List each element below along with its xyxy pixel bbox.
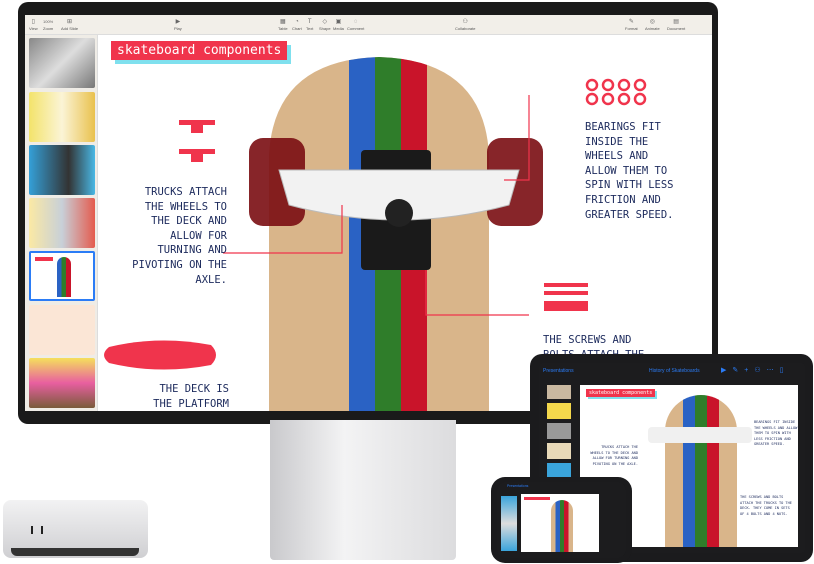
slide-thumbnail[interactable] [29,305,95,355]
bearings-caption: BEARINGS FIT INSIDE THE WHEELS AND ALLOW… [585,121,674,221]
mac-mini [3,500,148,558]
collaborate-button[interactable]: ⚇ Collaborate [455,18,475,31]
animate-button[interactable]: ◎ Animate [645,18,660,31]
brush-icon[interactable]: ✎ [732,367,744,374]
keynote-iphone-window: Presentations [497,482,626,558]
deck-caption: THE DECK IS THE PLATFORM [153,383,229,410]
plus-icon[interactable]: + [744,367,754,374]
slide-thumbnail[interactable] [29,198,95,248]
iphone: Presentations [491,477,632,563]
text-icon: T [307,19,312,25]
slide-thumbnail[interactable] [547,443,571,459]
table-icon: ▦ [279,19,286,25]
text-button[interactable]: T Text [306,18,313,31]
truck-hanger [648,427,752,443]
slide-thumbnail[interactable] [547,423,571,439]
slide-thumbnail[interactable] [547,403,571,419]
deck [551,500,573,552]
trucks-caption: TRUCKS ATTACH THE WHEELS TO THE DECK AND… [132,186,227,286]
more-icon[interactable]: ⋯ [767,367,780,374]
play-icon: ▶ [175,19,181,25]
kingpin [385,199,413,227]
trucks-icon [179,120,215,162]
slide-title: skateboard components [586,389,656,397]
document-button[interactable]: ▤ Document [667,18,685,31]
screws-caption: THE SCREWS AND BOLTS ATTACH THE TRUCKS T… [740,495,792,516]
slide-title: skateboard components [111,41,288,60]
add-slide-button[interactable]: ⊞ Add Slide [61,18,78,31]
back-button[interactable]: Presentations [543,368,574,374]
chart-button[interactable]: ◔ Chart [292,18,302,31]
play-icon[interactable]: ▶ [721,367,732,374]
screws-icon [544,283,588,311]
slide-thumbnail[interactable] [29,92,95,142]
zoom-button[interactable]: 100% Zoom [43,18,53,31]
collaborate-icon: ⚇ [462,19,468,25]
media-button[interactable]: ▣ Media [333,18,344,31]
display-stand [270,420,456,560]
play-button[interactable]: ▶ Play [174,18,182,31]
view-button[interactable]: ▯ View [29,18,38,31]
chart-icon: ◔ [295,19,299,25]
comment-button[interactable]: ◌ Comment [347,18,364,31]
slide-navigator [25,35,98,411]
slide-canvas [521,494,599,552]
deck-icon [104,340,216,370]
ipad-toolbar: ▶✎+⚇⋯▯ [721,366,790,374]
bearings-caption: BEARINGS FIT INSIDE THE WHEELS AND ALLOW… [754,420,798,447]
slide-thumbnail[interactable] [29,145,95,195]
slide-thumbnail[interactable] [29,38,95,88]
collaborate-icon[interactable]: ⚇ [754,367,766,374]
trucks-caption: TRUCKS ATTACH THE WHEELS TO THE DECK AND… [590,445,638,466]
document-icon: ▤ [673,19,679,25]
document-icon[interactable]: ▯ [780,367,790,374]
bearings-icon [585,78,647,106]
table-button[interactable]: ▦ Table [278,18,288,31]
slide-thumbnail[interactable] [547,385,571,399]
back-button[interactable]: Presentations [507,484,528,488]
slide-navigator [501,496,517,551]
slide-thumbnail-selected[interactable] [29,251,95,301]
slide-thumbnail[interactable] [29,358,95,408]
document-title: History of Skateboards [649,368,700,374]
shape-icon: ◇ [322,19,328,25]
sidebar-icon: ▯ [31,19,35,25]
animate-icon: ◎ [649,19,655,25]
plus-icon: ⊞ [67,19,73,25]
format-icon: ✎ [628,19,634,25]
keynote-mac-window: ▯ View 100% Zoom ⊞ Add Slide ▶ Play ▦ Table ◔… [25,15,712,411]
format-button[interactable]: ✎ Format [625,18,638,31]
comment-icon: ◌ [353,19,358,25]
media-icon: ▣ [335,19,342,25]
shape-button[interactable]: ◇ Shape [319,18,331,31]
slide-title-tag [524,497,550,500]
toolbar: ▯ View 100% Zoom ⊞ Add Slide ▶ Play ▦ Table ◔… [25,15,712,35]
deck [665,395,737,547]
